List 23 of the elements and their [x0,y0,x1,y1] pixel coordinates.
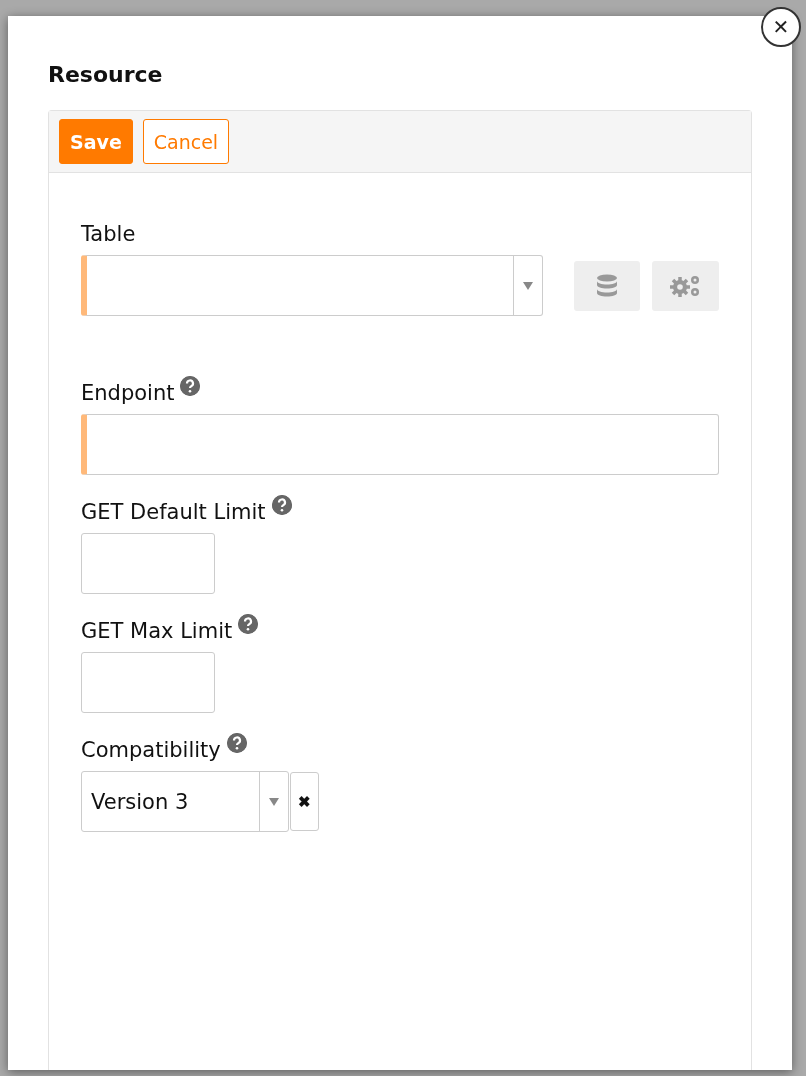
settings-button[interactable] [652,260,719,311]
help-icon[interactable] [226,733,247,753]
help-icon[interactable] [271,495,292,515]
caret-icon [522,281,533,290]
input-field[interactable] [81,533,215,594]
field-label: Compatibility [81,737,221,764]
select-field[interactable] [81,255,543,316]
field-label: GET Max Limit [81,618,233,645]
help-icon[interactable] [238,614,259,634]
input-field[interactable] [81,414,719,475]
field-label: Table [81,221,136,248]
input-field[interactable] [81,652,215,713]
caret-icon [269,797,279,806]
clear-button[interactable]: ✖ [290,772,319,831]
field-label: Endpoint [81,380,175,407]
database-button[interactable] [573,260,641,311]
select-field[interactable]: Version 3 [81,771,289,832]
help-icon[interactable] [180,376,201,396]
dialog-title: Resource [48,61,164,89]
field-label: GET Default Limit [81,499,266,526]
close-button[interactable]: ✕ [761,7,801,47]
gears-icon [669,273,702,298]
database-icon [596,273,619,298]
